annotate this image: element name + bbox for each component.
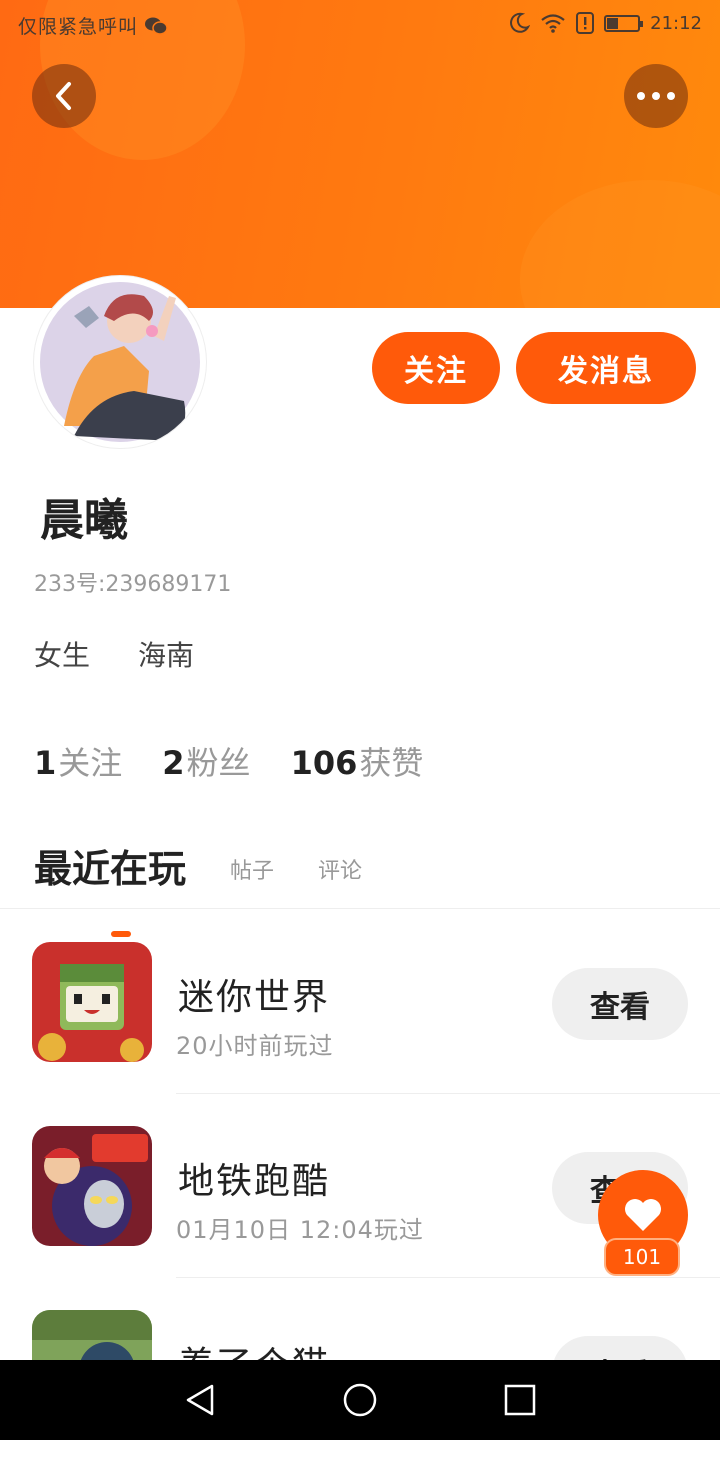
tab-posts[interactable]: 帖子 [230, 853, 274, 893]
system-navigation-bar [0, 1360, 720, 1440]
stat-likes[interactable]: 106获赞 [291, 738, 424, 784]
avatar-illustration [36, 278, 204, 446]
more-options-button[interactable] [624, 64, 688, 128]
send-message-button[interactable]: 发消息 [516, 332, 696, 404]
stat-fans[interactable]: 2粉丝 [162, 738, 250, 784]
user-stats: 1关注 2粉丝 106获赞 [34, 738, 423, 784]
view-button[interactable]: 查看 [552, 968, 688, 1040]
clock: 21:12 [650, 12, 702, 34]
user-tags: 女生 海南 [34, 634, 194, 674]
tab-recently-played[interactable]: 最近在玩 [34, 838, 186, 937]
game-icon-subway-surfers [32, 1126, 152, 1246]
heart-icon [625, 1199, 661, 1231]
divider [0, 908, 720, 909]
stat-following[interactable]: 1关注 [34, 738, 122, 784]
battery-icon [604, 14, 644, 32]
like-count-badge: 101 [604, 1238, 680, 1276]
user-id: 233号:239689171 [34, 572, 232, 597]
nav-recent-apps-icon[interactable] [502, 1382, 538, 1418]
status-bar: 仅限紧急呼叫 21:12 [0, 0, 720, 50]
avatar[interactable] [34, 276, 206, 448]
carrier-text: 仅限紧急呼叫 [18, 16, 139, 38]
alert-icon [576, 12, 595, 34]
region-tag: 海南 [138, 639, 195, 672]
wechat-icon [145, 17, 168, 35]
tab-comments[interactable]: 评论 [318, 853, 362, 893]
game-icon-mini-world [32, 942, 152, 1062]
more-dots-icon [637, 92, 675, 100]
back-button[interactable] [32, 64, 96, 128]
game-last-played: 20小时前玩过 [176, 1032, 334, 1060]
game-name: 迷你世界 [178, 977, 331, 1018]
gender-tag: 女生 [34, 639, 91, 672]
nav-home-icon[interactable] [342, 1382, 378, 1418]
game-name: 地铁跑酷 [178, 1161, 331, 1202]
list-item[interactable]: 迷你世界 20小时前玩过 查看 [0, 910, 720, 1094]
nav-back-icon[interactable] [182, 1382, 218, 1418]
follow-button[interactable]: 关注 [372, 332, 500, 404]
moon-icon [510, 12, 531, 33]
user-name: 晨曦 [40, 495, 128, 546]
back-chevron-icon [56, 82, 71, 110]
profile-tabs: 最近在玩 帖子 评论 [34, 838, 362, 937]
wifi-icon [541, 14, 565, 33]
game-last-played: 01月10日 12:04玩过 [176, 1216, 424, 1244]
